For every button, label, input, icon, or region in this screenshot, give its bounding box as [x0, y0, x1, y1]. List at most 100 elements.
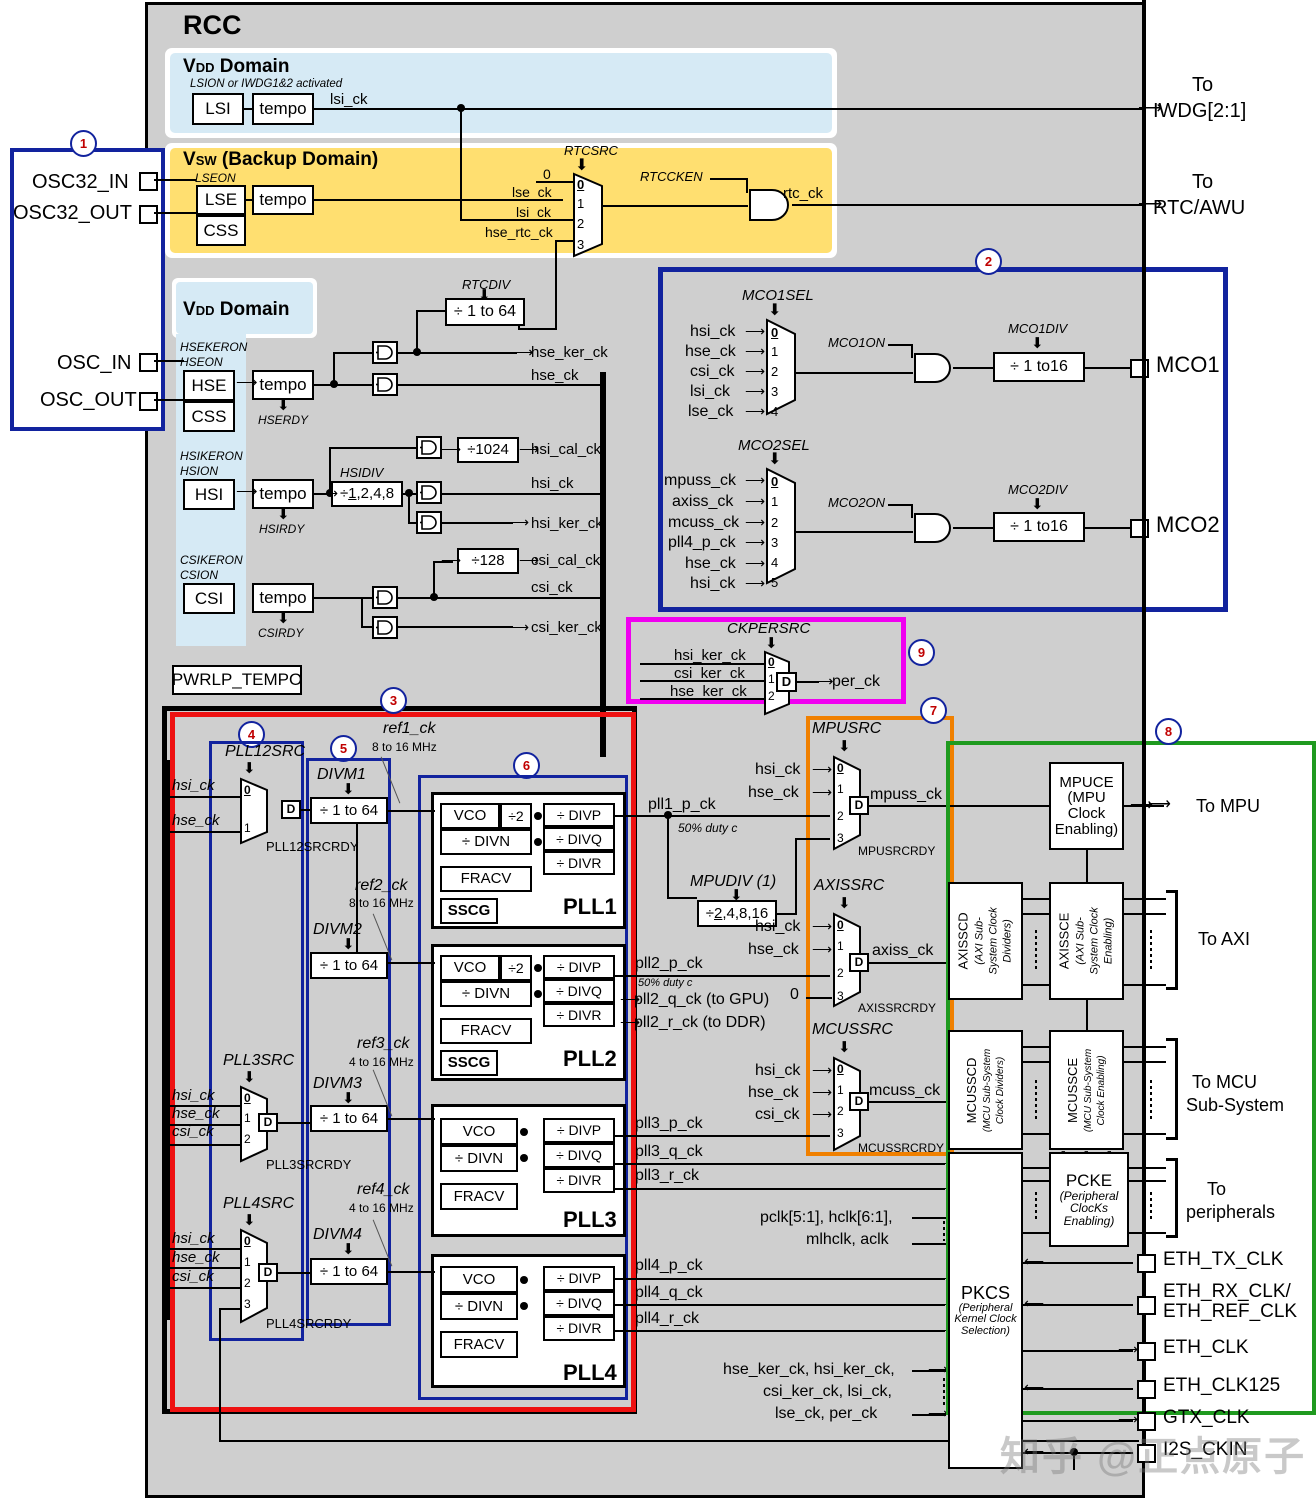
eth-tx-clk-label: ETH_TX_CLK: [1163, 1249, 1284, 1270]
ref1-ck-label: ref1_ck: [383, 720, 436, 737]
csi-tempo-box: tempo: [252, 583, 314, 613]
mco2-in-2: mcuss_ck: [668, 514, 740, 531]
pll4src-out-wire: [278, 1272, 312, 1274]
hserdy-label: HSERDY: [258, 413, 309, 427]
pll3-divn: ÷ DIVN: [440, 1145, 518, 1172]
pll3src-sel-arrow: ⬇: [243, 1069, 256, 1086]
hsi-gate: [416, 481, 442, 504]
mco1div-arrow: ⬇: [1031, 335, 1044, 352]
pll2-fracv: FRACV: [440, 1018, 532, 1044]
pll4-p-ck-wire: [615, 1278, 945, 1280]
pll3srcrdy-label: PLL3SRCRDY: [266, 1157, 352, 1172]
mco2-in-4: hse_ck: [685, 555, 736, 572]
mcuss-ck-label: mcuss_ck: [869, 1082, 941, 1099]
axis-zero-wire: [806, 997, 832, 999]
pll4-vco-dot: [520, 1276, 528, 1284]
pll12src-idx-0: 0: [244, 783, 251, 797]
mpusrc-in1-arrow: ⟶: [812, 784, 833, 800]
pll4src-d-latch: D: [258, 1263, 278, 1282]
ker-bus-dots: [943, 1378, 945, 1408]
mco1-pad: [1130, 359, 1149, 378]
marker-2: 2: [975, 248, 1002, 275]
eth-rx-in-arrow: ⟵: [1024, 1295, 1045, 1311]
pclk-label-line2: mlhclk, aclk: [806, 1231, 889, 1248]
ref2-range: 8 to 16 MHz: [349, 896, 414, 910]
pll2-sscg: SSCG: [440, 1050, 498, 1076]
pll4-r-ck-label: pll4_r_ck: [635, 1310, 700, 1327]
per-ck-arrow: ⟶: [812, 673, 834, 690]
osc-out-pad: [139, 392, 158, 411]
mpuce-block: MPUCE (MPU Clock Enabling): [1049, 762, 1124, 850]
ker-bus-line2: csi_ker_ck, lsi_ck,: [763, 1383, 892, 1400]
pll2-divn-dot: [534, 990, 542, 998]
to-rtc-label-line2: RTC/AWU: [1153, 197, 1246, 219]
csi-gate: [372, 586, 398, 609]
mcusscd-to-ce-2: [1023, 1061, 1049, 1063]
pll12src-in-0: hsi_ck: [172, 777, 215, 794]
mco2-out-wire: [1085, 527, 1130, 529]
hse-rtc-ck-from-rtcdiv: [518, 328, 556, 330]
lsi-tempo-link: [243, 108, 253, 110]
ckper-idx-0: 0: [768, 655, 775, 669]
mco1sel-arrow: ⬇: [768, 302, 782, 319]
pkcs-line-3: Selection): [961, 1324, 1010, 1337]
hsi-ker-ck-label: hsi_ker_ck: [531, 515, 603, 532]
marker-9: 9: [908, 639, 935, 666]
mpuce-down-wire: [1086, 850, 1088, 882]
hsirdy-label: HSIRDY: [259, 522, 305, 536]
osc-output-bus: [600, 372, 606, 757]
mcusscd-to-ce-3: [1023, 1133, 1049, 1135]
to-axi-label: To AXI: [1198, 929, 1251, 949]
axissce-out-3: [1124, 984, 1166, 986]
pll4src-in1-wire: [170, 1267, 240, 1269]
axissrc-idx-2: 2: [837, 966, 844, 980]
ref4-range: 4 to 16 MHz: [349, 1201, 414, 1215]
mco2-idx-2: 2: [771, 515, 779, 530]
mco2-in5-arrow: ⟶: [745, 575, 766, 591]
mcussce-line-1: (MCU Sub-System: [1082, 1048, 1094, 1132]
pll4src-in3-down: [219, 1308, 221, 1441]
axis-zero: 0: [790, 986, 799, 1003]
eth-rx-clk-pad: [1137, 1296, 1156, 1315]
ckper-in-1: csi_ker_ck: [674, 665, 745, 682]
pll4src-label: PLL4SRC: [223, 1195, 295, 1212]
axissrc-in-0: hsi_ck: [755, 918, 801, 935]
mcusscd-line-1: (MCU Sub-System: [981, 1048, 993, 1132]
mco1-and-gate: [913, 352, 955, 389]
pll4src-in2-wire: [170, 1287, 240, 1289]
osc32-in-label: OSC32_IN: [32, 171, 129, 193]
mcussrc-in1-arrow: ⟶: [812, 1084, 833, 1100]
csi-tempo-out: [313, 597, 373, 599]
pll1-divn-dot: [534, 838, 542, 846]
mpusrc-label: MPUSRC: [812, 720, 882, 737]
pll4src-in-1: hse_ck: [172, 1249, 220, 1266]
pcke-out-3: [1129, 1232, 1166, 1234]
ckper-idx-1: 1: [768, 672, 775, 686]
hse-tempo-arrow: ⟶: [236, 374, 258, 391]
osc-out-label: OSC_OUT: [40, 389, 137, 411]
hsi-tempo-box: tempo: [252, 479, 314, 509]
pll4-divq: ÷ DIVQ: [543, 1291, 615, 1316]
pll4src-sel-arrow: ⬇: [243, 1212, 256, 1229]
mco1-in-0: hsi_ck: [690, 323, 736, 340]
rtcsrc-out-wire: [602, 205, 748, 207]
mco2-in-3: pll4_p_ck: [668, 534, 736, 551]
lse-oscillator-box: LSE: [196, 185, 246, 215]
hse-ker-gate: [372, 341, 398, 364]
lsi-activation-note: LSION or IWDG1&2 activated: [190, 78, 343, 90]
pll3-vco: VCO: [440, 1118, 518, 1145]
pclk-label-line1: pclk[5:1], hclk[6:1],: [760, 1209, 893, 1226]
mcussrc-sel-arrow: ⬇: [838, 1039, 851, 1056]
mpuss-ck-label: mpuss_ck: [870, 786, 943, 803]
mco2-label: MCO2: [1156, 512, 1220, 537]
mco1-in2-arrow: ⟶: [745, 363, 766, 379]
hsi-ck-out-wire: [441, 493, 602, 495]
pll3src-in-2: csi_ck: [172, 1123, 214, 1140]
mco2-idx-5: 5: [771, 575, 779, 590]
ref3-ck-label: ref3_ck: [357, 1035, 410, 1052]
mco2on-label: MCO2ON: [828, 495, 886, 510]
mco2-in3-arrow: ⟶: [745, 534, 766, 550]
mco1-in0-arrow: ⟶: [745, 323, 766, 339]
pll1-fracv: FRACV: [440, 866, 532, 892]
hsi-ck-label: hsi_ck: [531, 475, 574, 492]
